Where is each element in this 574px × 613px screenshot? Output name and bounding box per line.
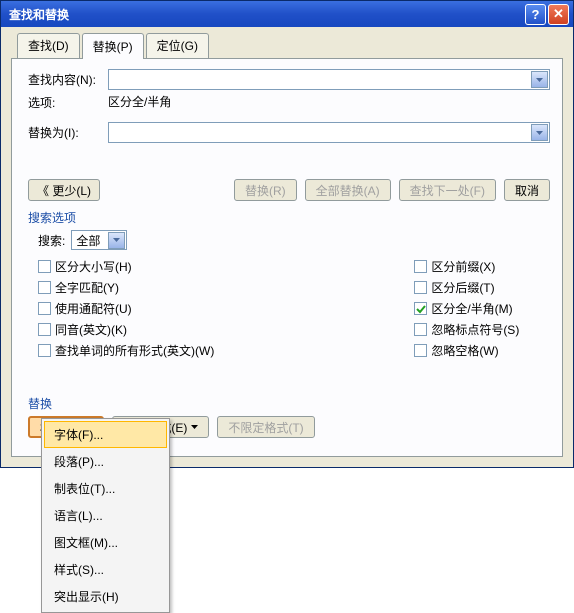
cancel-button[interactable]: 取消 — [504, 179, 550, 201]
close-button[interactable]: ✕ — [548, 4, 569, 25]
cb-match-suffix[interactable]: 区分后缀(T) — [414, 279, 519, 296]
cb-ignore-space[interactable]: 忽略空格(W) — [414, 342, 519, 359]
search-options-title: 搜索选项 — [28, 209, 550, 226]
dialog-title: 查找和替换 — [5, 6, 69, 23]
replace-button[interactable]: 替换(R) — [234, 179, 297, 201]
find-input[interactable] — [108, 69, 550, 90]
help-button[interactable]: ? — [525, 4, 546, 25]
replace-label: 替换为(I): — [28, 124, 108, 141]
replace-all-button[interactable]: 全部替换(A) — [305, 179, 391, 201]
menu-language[interactable]: 语言(L)... — [44, 502, 167, 529]
cb-word-forms[interactable]: 查找单词的所有形式(英文)(W) — [38, 342, 214, 359]
menu-tabs[interactable]: 制表位(T)... — [44, 475, 167, 502]
chevron-down-icon[interactable] — [531, 124, 548, 141]
cb-homophone[interactable]: 同音(英文)(K) — [38, 321, 214, 338]
menu-frame[interactable]: 图文框(M)... — [44, 529, 167, 556]
find-next-button[interactable]: 查找下一处(F) — [399, 179, 496, 201]
titlebar: 查找和替换 ? ✕ — [1, 1, 573, 27]
search-direction-select[interactable]: 全部 — [71, 230, 127, 250]
menu-paragraph[interactable]: 段落(P)... — [44, 448, 167, 475]
options-label: 选项: — [28, 94, 108, 111]
chevron-down-icon[interactable] — [108, 232, 125, 249]
menu-font[interactable]: 字体(F)... — [44, 421, 167, 448]
tab-goto[interactable]: 定位(G) — [146, 33, 209, 59]
find-label: 查找内容(N): — [28, 71, 108, 88]
less-button[interactable]: 《 更少(L) — [28, 179, 100, 201]
no-format-button[interactable]: 不限定格式(T) — [217, 416, 314, 438]
chevron-down-icon — [191, 425, 198, 429]
cb-whole-word[interactable]: 全字匹配(Y) — [38, 279, 214, 296]
chevron-down-icon[interactable] — [531, 71, 548, 88]
tab-replace[interactable]: 替换(P) — [82, 33, 144, 59]
cb-wildcards[interactable]: 使用通配符(U) — [38, 300, 214, 317]
options-value: 区分全/半角 — [108, 93, 550, 110]
search-direction-label: 搜索: — [38, 232, 65, 249]
cb-ignore-punct[interactable]: 忽略标点符号(S) — [414, 321, 519, 338]
tab-find[interactable]: 查找(D) — [17, 33, 80, 59]
replace-section-title: 替换 — [28, 395, 550, 412]
menu-highlight[interactable]: 突出显示(H) — [44, 583, 167, 610]
cb-match-prefix[interactable]: 区分前缀(X) — [414, 258, 519, 275]
cb-match-width[interactable]: 区分全/半角(M) — [414, 300, 519, 317]
format-menu: 字体(F)... 段落(P)... 制表位(T)... 语言(L)... 图文框… — [41, 418, 170, 613]
replace-input[interactable] — [108, 122, 550, 143]
menu-style[interactable]: 样式(S)... — [44, 556, 167, 583]
cb-match-case[interactable]: 区分大小写(H) — [38, 258, 214, 275]
